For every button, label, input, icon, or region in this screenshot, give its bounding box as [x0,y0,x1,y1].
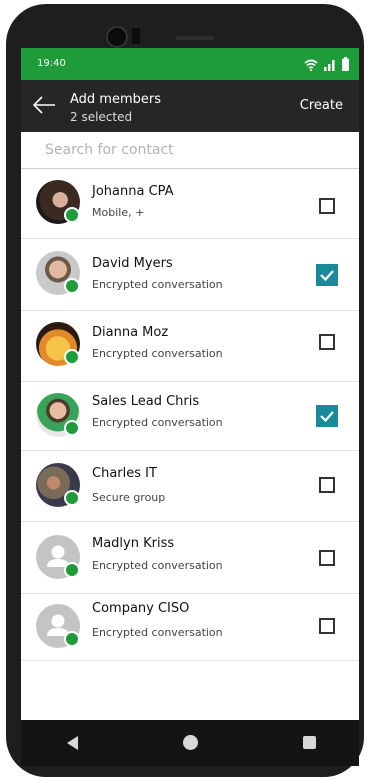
checkmark-icon [320,270,334,282]
contact-list: Johanna CPA Mobile, + David Myers Encryp… [21,169,359,661]
contact-detail: Secure group [92,491,166,504]
avatar [36,322,80,366]
contact-detail: Encrypted conversation [92,626,223,639]
contact-row[interactable]: David Myers Encrypted conversation [21,239,359,311]
selected-count: 2 selected [70,110,133,124]
avatar [36,604,80,648]
contact-name: Charles IT [92,466,157,481]
select-checkbox[interactable] [319,618,335,634]
select-checkbox-checked[interactable] [316,264,338,286]
nav-home-icon[interactable] [183,735,198,750]
search-input[interactable] [45,140,335,160]
contact-row[interactable]: Charles IT Secure group [21,451,359,522]
earpiece-speaker [176,36,214,40]
navigation-bar [21,720,359,766]
avatar [36,535,80,579]
lock-icon [64,349,80,365]
lock-icon [64,420,80,436]
select-checkbox[interactable] [319,477,335,493]
contact-row[interactable]: Sales Lead Chris Encrypted conversation [21,382,359,451]
nav-back-icon[interactable] [67,736,78,750]
app-bar: Add members 2 selected Create [21,80,359,132]
nav-recents-icon[interactable] [303,736,316,749]
avatar [36,463,80,507]
lock-icon [64,207,80,223]
contact-detail: Encrypted conversation [92,278,223,291]
contact-name: Madlyn Kriss [92,536,175,551]
contact-name: Company CISO [92,601,190,616]
front-camera-icon [106,26,128,48]
select-checkbox[interactable] [319,198,335,214]
contact-detail: Mobile, + [92,206,145,219]
avatar [36,180,80,224]
status-bar: 19:40 [21,48,359,80]
lock-icon [64,562,80,578]
contact-row[interactable]: Madlyn Kriss Encrypted conversation [21,522,359,594]
battery-icon [342,57,349,71]
checkmark-icon [320,411,334,423]
contact-detail: Encrypted conversation [92,347,223,360]
avatar [36,393,80,437]
contact-name: David Myers [92,256,173,271]
contact-name: Johanna CPA [92,184,174,199]
select-checkbox[interactable] [319,550,335,566]
wifi-icon [304,59,318,71]
lock-icon [64,490,80,506]
contact-row[interactable]: Johanna CPA Mobile, + [21,169,359,239]
create-button[interactable]: Create [300,98,343,113]
signal-icon [324,60,335,71]
contact-row[interactable]: Company CISO Encrypted conversation [21,594,359,661]
avatar [36,251,80,295]
contact-detail: Encrypted conversation [92,559,223,572]
status-time: 19:40 [37,58,66,69]
page-title: Add members [70,92,161,107]
lock-icon [64,278,80,294]
contact-name: Dianna Moz [92,325,169,340]
contact-name: Sales Lead Chris [92,394,200,409]
back-arrow-icon[interactable] [31,94,57,116]
contact-detail: Encrypted conversation [92,416,223,429]
lock-icon [64,631,80,647]
sensor-icon [132,28,140,44]
phone-screen: 19:40 Add members 2 selected Create Sear… [21,48,359,720]
search-bar [21,132,359,169]
select-checkbox[interactable] [319,334,335,350]
contact-row[interactable]: Dianna Moz Encrypted conversation [21,311,359,382]
select-checkbox-checked[interactable] [316,405,338,427]
